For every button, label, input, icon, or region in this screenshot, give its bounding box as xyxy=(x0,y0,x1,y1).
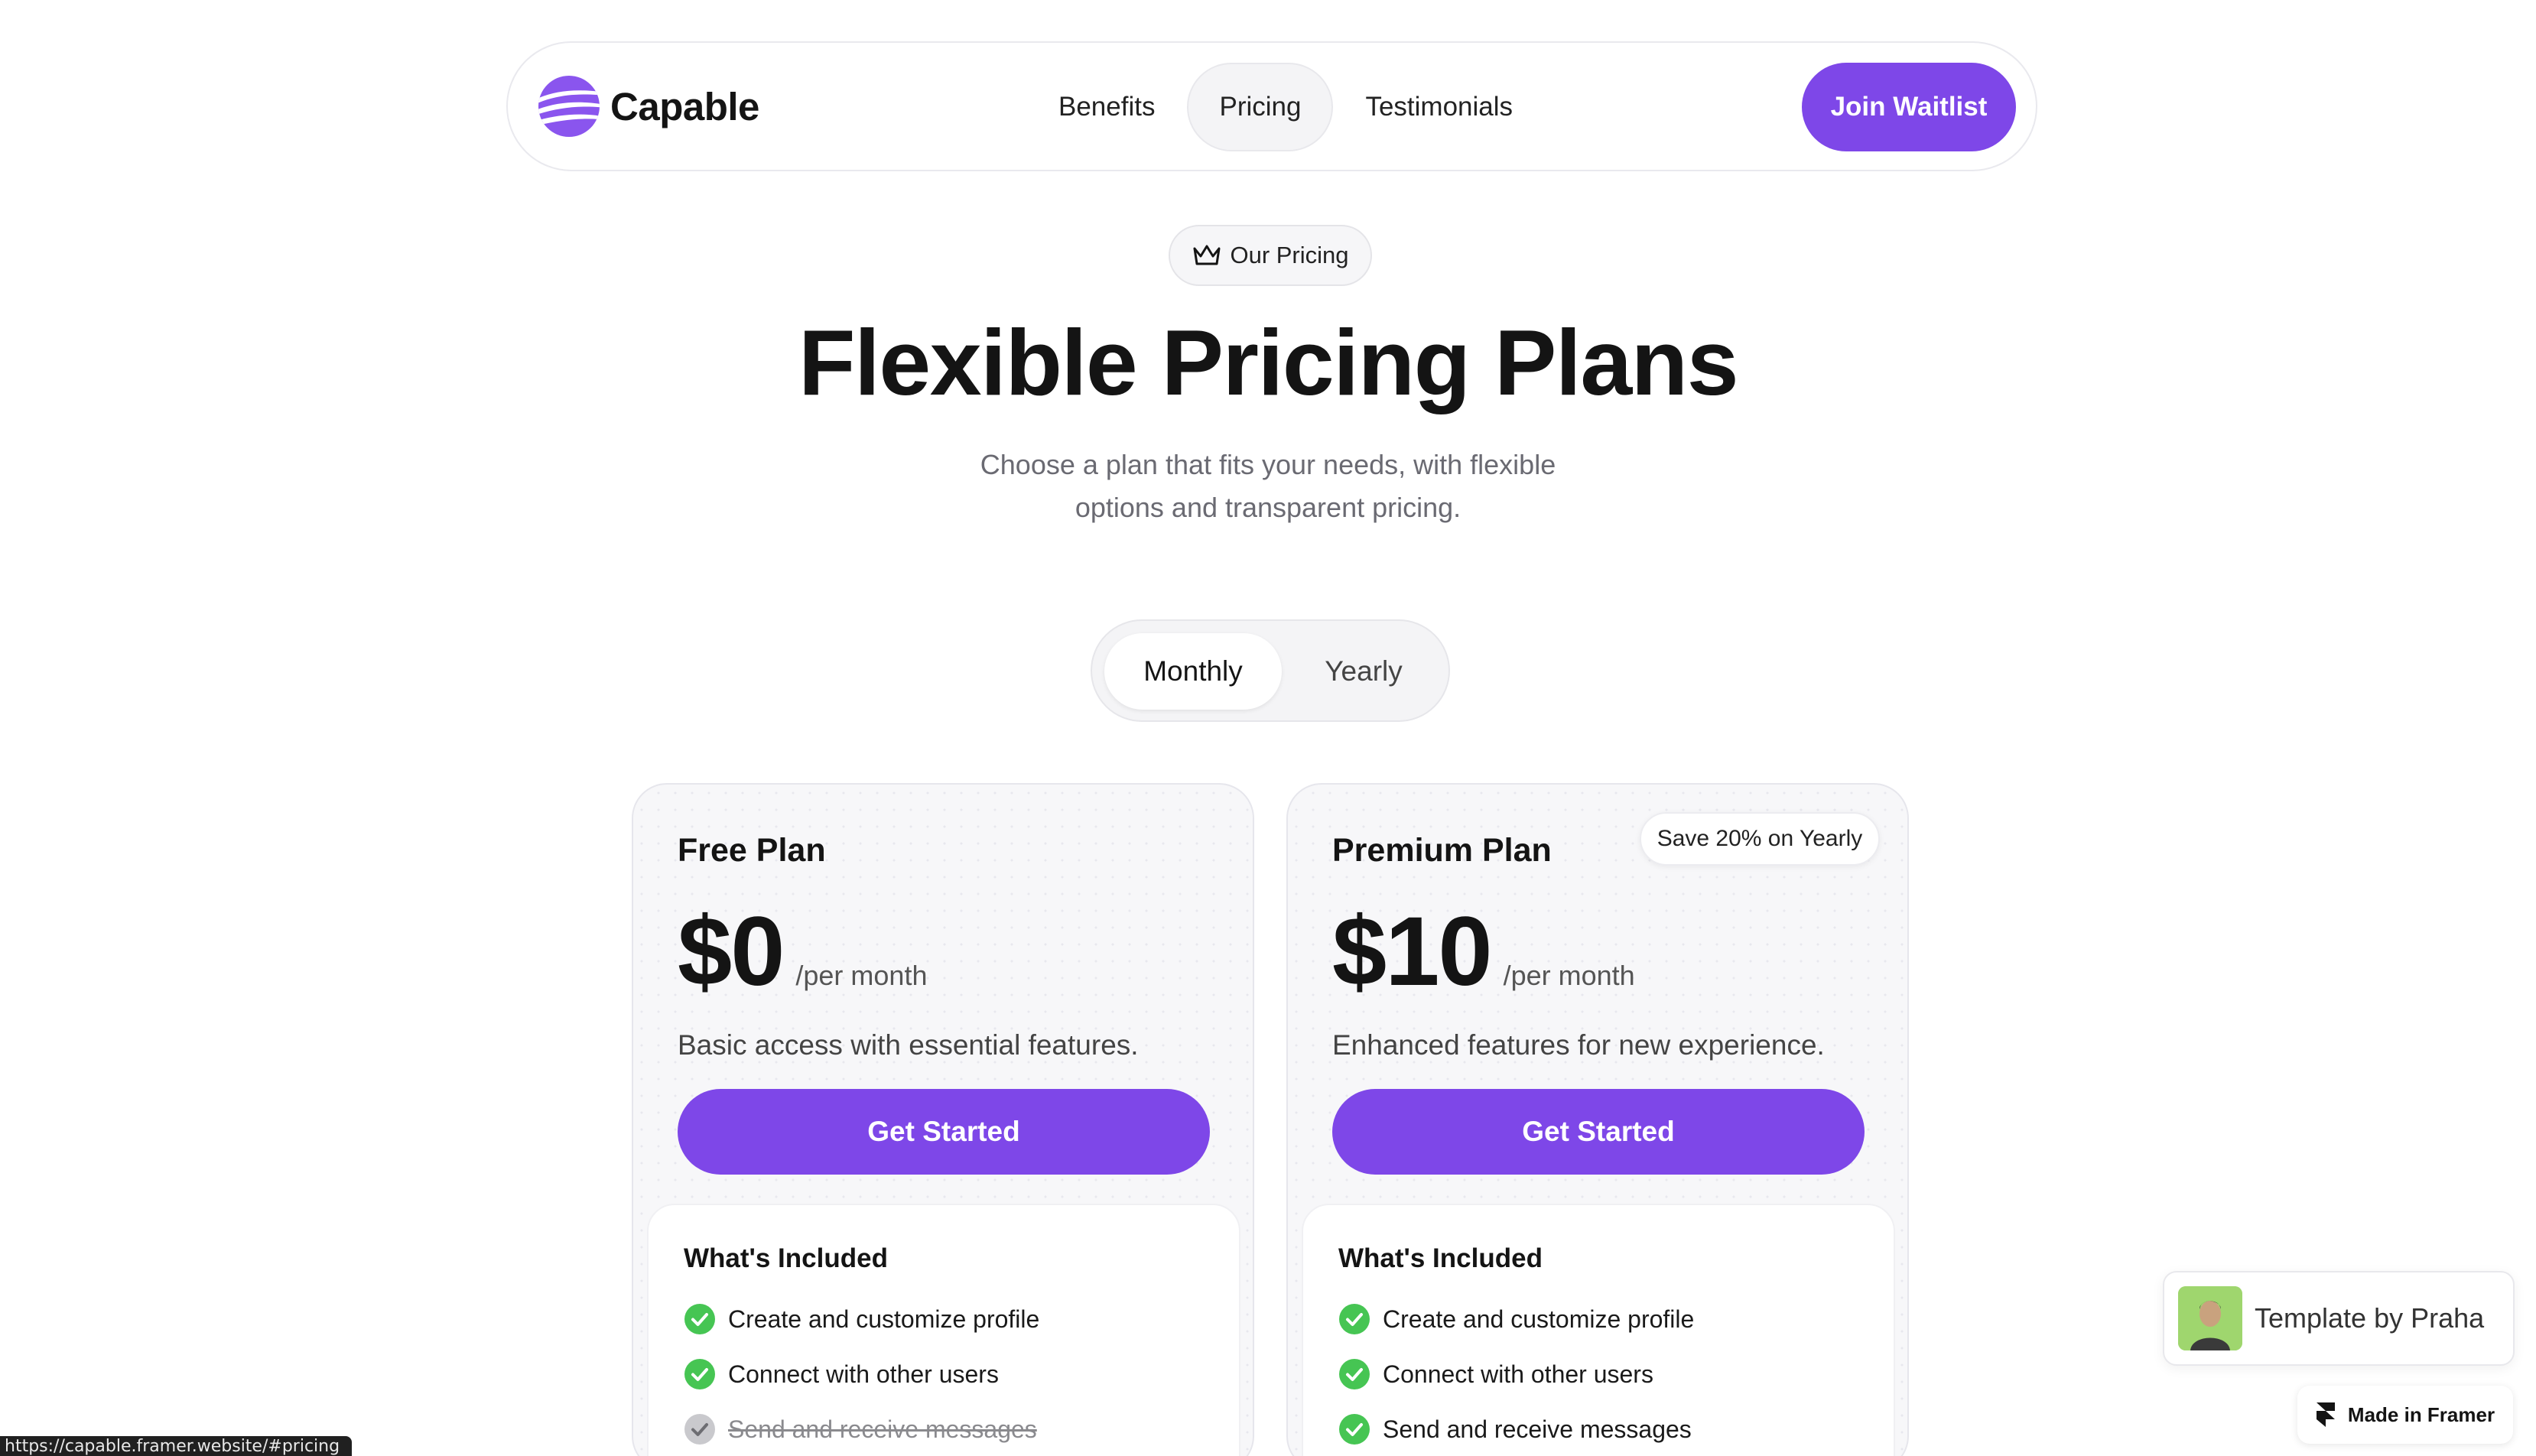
plan-name: Free Plan xyxy=(678,832,826,869)
check-circle-icon xyxy=(684,1414,715,1445)
avatar xyxy=(2178,1286,2242,1350)
join-waitlist-button[interactable]: Join Waitlist xyxy=(1802,63,2016,151)
brand[interactable]: Capable xyxy=(537,73,759,140)
feature-item: Connect with other users xyxy=(1338,1357,1653,1392)
feature-item: Send and receive messages xyxy=(1338,1412,1692,1447)
check-circle-icon xyxy=(1339,1359,1370,1389)
status-bar-url: https://capable.framer.website/#pricing xyxy=(0,1436,353,1456)
page-subtitle-line-2: options and transparent pricing. xyxy=(1075,492,1461,523)
get-started-button[interactable]: Get Started xyxy=(1332,1089,1865,1175)
section-tag: Our Pricing xyxy=(1169,225,1372,286)
included-title: What's Included xyxy=(1338,1243,1543,1273)
feature-text: Send and receive messages xyxy=(728,1415,1037,1443)
price-row: $0 /per month xyxy=(678,895,927,1009)
save-badge: Save 20% on Yearly xyxy=(1640,812,1880,866)
nav-link-pricing[interactable]: Pricing xyxy=(1187,63,1334,151)
billing-toggle: Monthly Yearly xyxy=(1091,619,1450,722)
brand-name: Capable xyxy=(610,84,759,128)
framer-icon xyxy=(2316,1402,2335,1427)
check-circle-icon xyxy=(1339,1414,1370,1445)
included-title: What's Included xyxy=(684,1243,888,1273)
feature-text: Connect with other users xyxy=(1383,1360,1653,1388)
plan-name: Premium Plan xyxy=(1332,832,1552,869)
feature-item: Create and customize profile xyxy=(684,1302,1039,1337)
pricing-card-premium: Premium Plan Save 20% on Yearly $10 /per… xyxy=(1286,783,1909,1456)
nav-link-testimonials[interactable]: Testimonials xyxy=(1333,63,1545,151)
feature-item: Connect with other users xyxy=(684,1357,999,1392)
crown-icon xyxy=(1193,245,1221,265)
pricing-card-free: Free Plan $0 /per month Basic access wit… xyxy=(632,783,1254,1456)
check-circle-icon xyxy=(684,1359,715,1389)
made-in-framer-label: Made in Framer xyxy=(2347,1402,2495,1426)
brand-logo-icon xyxy=(538,76,600,137)
plan-period: /per month xyxy=(1503,960,1635,991)
page-subtitle: Choose a plan that fits your needs, with… xyxy=(924,444,1612,529)
feature-text: Create and customize profile xyxy=(1383,1305,1695,1333)
template-badge-label: Template by Praha xyxy=(2255,1302,2485,1334)
made-in-framer-badge[interactable]: Made in Framer xyxy=(2297,1386,2513,1444)
page-title: Flexible Pricing Plans xyxy=(798,310,1739,414)
template-badge[interactable]: Template by Praha xyxy=(2163,1271,2515,1366)
plan-period: /per month xyxy=(795,960,928,991)
check-circle-icon xyxy=(1339,1304,1370,1334)
feature-text: Send and receive messages xyxy=(1383,1415,1692,1443)
feature-item: Create and customize profile xyxy=(1338,1302,1694,1337)
plan-description: Enhanced features for new experience. xyxy=(1332,1029,1825,1061)
price-row: $10 /per month xyxy=(1332,895,1635,1009)
feature-text: Connect with other users xyxy=(728,1360,999,1388)
plan-price: $0 xyxy=(678,897,785,1006)
nav-link-benefits[interactable]: Benefits xyxy=(1026,63,1187,151)
plan-description: Basic access with essential features. xyxy=(678,1029,1139,1061)
billing-option-yearly[interactable]: Yearly xyxy=(1288,633,1439,710)
billing-option-monthly[interactable]: Monthly xyxy=(1104,633,1282,710)
check-circle-icon xyxy=(684,1304,715,1334)
page-subtitle-line-1: Choose a plan that fits your needs, with… xyxy=(980,449,1556,480)
get-started-button[interactable]: Get Started xyxy=(678,1089,1210,1175)
included-features: What's Included Create and customize pro… xyxy=(1302,1204,1895,1456)
nav-links: Benefits Pricing Testimonials xyxy=(1026,63,1545,151)
section-tag-label: Our Pricing xyxy=(1230,242,1349,268)
plan-price: $10 xyxy=(1332,897,1493,1006)
included-features: What's Included Create and customize pro… xyxy=(647,1204,1240,1456)
top-nav: Capable Benefits Pricing Testimonials Jo… xyxy=(506,41,2037,171)
feature-text: Create and customize profile xyxy=(728,1305,1040,1333)
feature-item-disabled: Send and receive messages xyxy=(684,1412,1037,1447)
